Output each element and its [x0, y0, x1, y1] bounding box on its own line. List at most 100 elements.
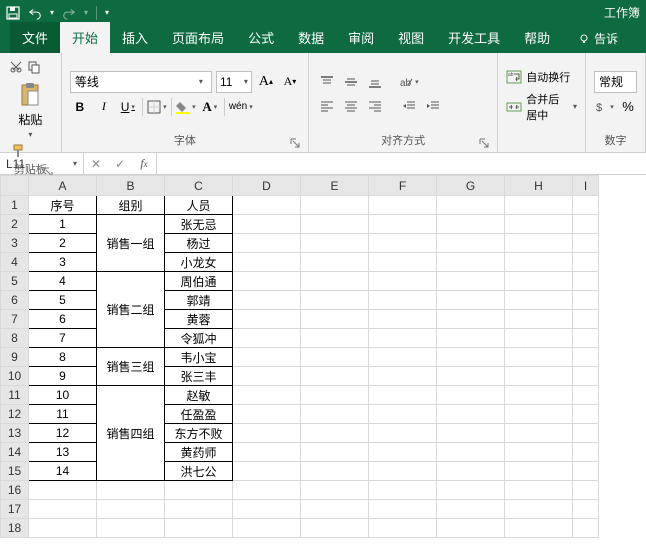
cell[interactable] [29, 481, 97, 500]
cell[interactable] [573, 405, 599, 424]
cell[interactable] [301, 481, 369, 500]
font-size-dropdown-icon[interactable]: ▾ [244, 77, 248, 86]
align-left-icon[interactable] [317, 96, 337, 116]
cell[interactable] [301, 500, 369, 519]
cell[interactable] [301, 405, 369, 424]
row-header[interactable]: 14 [1, 443, 29, 462]
column-header[interactable]: B [97, 176, 165, 196]
column-header[interactable]: F [369, 176, 437, 196]
cell[interactable] [301, 215, 369, 234]
cell[interactable] [573, 291, 599, 310]
column-header[interactable]: G [437, 176, 505, 196]
cell[interactable] [505, 348, 573, 367]
cell[interactable]: 张无忌 [165, 215, 233, 234]
cell[interactable]: 黄药师 [165, 443, 233, 462]
cell[interactable]: 销售二组 [97, 272, 165, 348]
cell[interactable] [233, 348, 301, 367]
cell[interactable]: 13 [29, 443, 97, 462]
cell[interactable]: 8 [29, 348, 97, 367]
tab-insert[interactable]: 插入 [110, 22, 160, 53]
cell[interactable] [369, 196, 437, 215]
cell[interactable]: 洪七公 [165, 462, 233, 481]
cell[interactable]: 6 [29, 310, 97, 329]
cell[interactable] [233, 253, 301, 272]
row-header[interactable]: 3 [1, 234, 29, 253]
cell[interactable] [97, 500, 165, 519]
cell[interactable]: 小龙女 [165, 253, 233, 272]
cell[interactable] [437, 481, 505, 500]
cell[interactable] [573, 462, 599, 481]
cell[interactable] [505, 367, 573, 386]
cell[interactable] [505, 405, 573, 424]
italic-button[interactable]: I [94, 97, 114, 117]
cell[interactable] [505, 424, 573, 443]
percent-format-button[interactable]: % [618, 97, 638, 117]
cell[interactable] [573, 443, 599, 462]
cell[interactable] [505, 519, 573, 538]
tab-page-layout[interactable]: 页面布局 [160, 22, 236, 53]
cell[interactable] [437, 500, 505, 519]
cell[interactable] [97, 481, 165, 500]
row-header[interactable]: 12 [1, 405, 29, 424]
cell[interactable] [301, 348, 369, 367]
font-name-dropdown-icon[interactable]: ▾ [195, 77, 207, 86]
align-middle-icon[interactable] [341, 72, 361, 92]
wrap-text-button[interactable]: ab 自动换行 [506, 69, 577, 85]
insert-function-icon[interactable]: fx [132, 156, 156, 171]
cell[interactable] [573, 348, 599, 367]
cell[interactable] [301, 234, 369, 253]
cell[interactable] [233, 329, 301, 348]
row-header[interactable]: 9 [1, 348, 29, 367]
cell[interactable] [505, 215, 573, 234]
column-header[interactable]: C [165, 176, 233, 196]
cell[interactable] [165, 481, 233, 500]
merge-dropdown-icon[interactable]: ▾ [573, 102, 577, 111]
row-header[interactable]: 7 [1, 310, 29, 329]
row-header[interactable]: 6 [1, 291, 29, 310]
column-header[interactable]: D [233, 176, 301, 196]
undo-dropdown-icon[interactable]: ▾ [50, 8, 54, 17]
cell[interactable]: 郭靖 [165, 291, 233, 310]
cell[interactable] [437, 272, 505, 291]
decrease-indent-icon[interactable] [399, 96, 419, 116]
row-header[interactable]: 17 [1, 500, 29, 519]
cell[interactable]: 3 [29, 253, 97, 272]
cell[interactable] [233, 462, 301, 481]
accounting-format-icon[interactable]: $ [594, 97, 614, 117]
cell[interactable] [505, 272, 573, 291]
cell[interactable] [369, 481, 437, 500]
cell[interactable] [505, 310, 573, 329]
underline-button[interactable]: U [118, 97, 138, 117]
cell[interactable]: 10 [29, 386, 97, 405]
cell[interactable] [437, 291, 505, 310]
column-header[interactable]: A [29, 176, 97, 196]
select-all-corner[interactable] [1, 176, 29, 196]
row-header[interactable]: 10 [1, 367, 29, 386]
cell[interactable] [369, 519, 437, 538]
tab-view[interactable]: 视图 [386, 22, 436, 53]
cell[interactable]: 黄蓉 [165, 310, 233, 329]
cell[interactable] [165, 500, 233, 519]
tab-data[interactable]: 数据 [286, 22, 336, 53]
cell[interactable] [573, 367, 599, 386]
spreadsheet-grid[interactable]: ABCDEFGHI1序号组别人员21销售一组张无忌32杨过43小龙女54销售二组… [0, 175, 646, 557]
cell[interactable] [573, 234, 599, 253]
cell[interactable] [233, 519, 301, 538]
tab-home[interactable]: 开始 [60, 22, 110, 53]
undo-icon[interactable] [28, 6, 42, 20]
font-color-button[interactable]: A [200, 97, 220, 117]
cell[interactable] [505, 329, 573, 348]
row-header[interactable]: 15 [1, 462, 29, 481]
tab-formulas[interactable]: 公式 [236, 22, 286, 53]
cut-icon[interactable] [8, 59, 24, 75]
cell[interactable] [301, 196, 369, 215]
cell[interactable] [437, 348, 505, 367]
cell[interactable] [301, 424, 369, 443]
tab-help[interactable]: 帮助 [512, 22, 562, 53]
cell[interactable]: 东方不败 [165, 424, 233, 443]
cell[interactable]: 2 [29, 234, 97, 253]
cell[interactable]: 令狐冲 [165, 329, 233, 348]
align-bottom-icon[interactable] [365, 72, 385, 92]
cell[interactable] [369, 443, 437, 462]
copy-icon[interactable] [26, 59, 42, 75]
